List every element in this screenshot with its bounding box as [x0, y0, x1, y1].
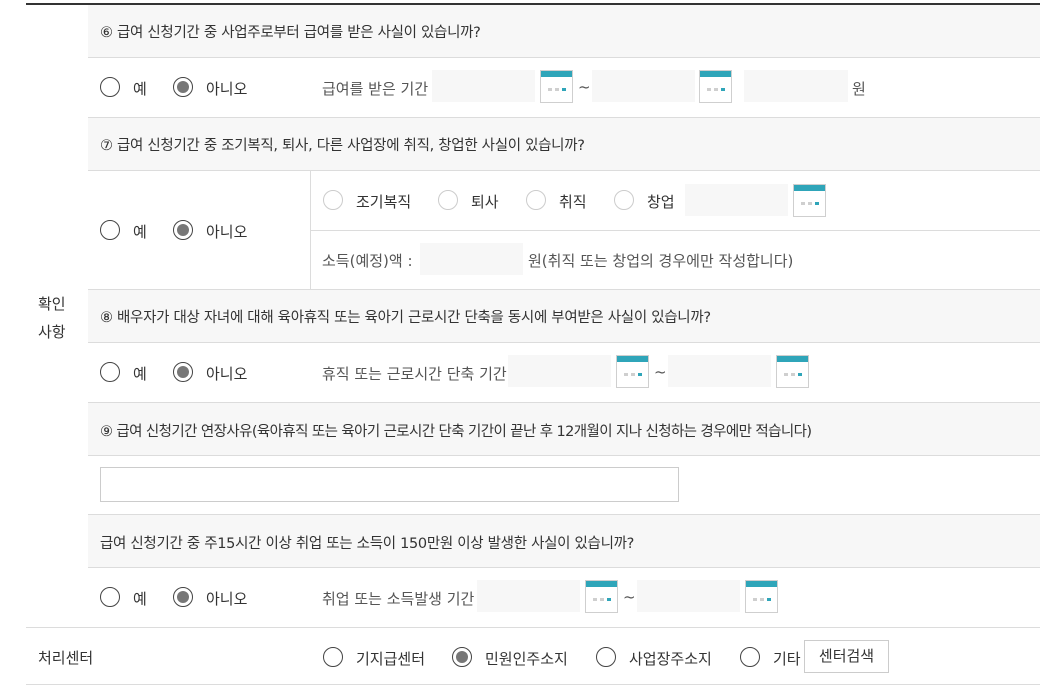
- q7-option-early-return-label: 조기복직: [356, 193, 412, 211]
- center-option-workplace-address-label: 사업장주소지: [629, 650, 712, 668]
- q7-calendar-icon[interactable]: [793, 184, 826, 217]
- q7-title: ⑦ 급여 신청기간 중 조기복직, 퇴사, 다른 사업장에 취직, 창업한 사실…: [100, 138, 585, 154]
- q6-period-label: 급여를 받은 기간: [322, 80, 429, 98]
- q6-end-date-input[interactable]: [592, 70, 695, 102]
- divider: [26, 627, 1040, 628]
- q10-no-radio[interactable]: [173, 587, 193, 607]
- q6-yes-radio[interactable]: [100, 77, 120, 97]
- q7-date-input[interactable]: [685, 184, 788, 216]
- q6-start-calendar-icon[interactable]: [540, 70, 573, 103]
- q8-period-label: 휴직 또는 근로시간 단축 기간: [322, 365, 507, 383]
- q6-no-label: 아니오: [206, 80, 248, 98]
- center-option-workplace-address-radio[interactable]: [596, 647, 616, 667]
- q7-option-startup-label: 창업: [647, 193, 675, 211]
- center-option-other-label: 기타: [773, 650, 801, 668]
- q8-end-calendar-icon[interactable]: [776, 355, 809, 388]
- section-label-line2: 사항: [38, 323, 66, 341]
- divider: [88, 567, 1040, 568]
- q6-tilde: ~: [578, 78, 591, 96]
- q7-option-resign-label: 퇴사: [471, 193, 499, 211]
- q8-no-radio[interactable]: [173, 362, 193, 382]
- q7-option-resign-radio[interactable]: [438, 190, 458, 210]
- divider: [88, 455, 1040, 456]
- q6-amount-input[interactable]: [744, 70, 848, 102]
- q6-unit-label: 원: [852, 80, 866, 98]
- center-option-paid-center-radio[interactable]: [323, 647, 343, 667]
- q9-title: ⑨ 급여 신청기간 연장사유(육아휴직 또는 육아기 근로시간 단축 기간이 끝…: [100, 424, 812, 440]
- q8-tilde: ~: [654, 363, 667, 381]
- center-option-other-radio[interactable]: [740, 647, 760, 667]
- q10-title: 급여 신청기간 중 주15시간 이상 취업 또는 소득이 150만원 이상 발생…: [100, 536, 635, 552]
- q7-income-label: 소득(예정)액 :: [322, 252, 413, 270]
- q10-end-date-input[interactable]: [637, 580, 740, 612]
- center-search-button[interactable]: 센터검색: [804, 640, 889, 673]
- q6-title: ⑥ 급여 신청기간 중 사업주로부터 급여를 받은 사실이 있습니까?: [100, 25, 481, 41]
- bottom-border: [26, 684, 1040, 685]
- q7-option-early-return-radio[interactable]: [323, 190, 343, 210]
- q6-start-date-input[interactable]: [432, 70, 535, 102]
- q10-start-calendar-icon[interactable]: [585, 580, 618, 613]
- section-label: 확인 사항: [38, 290, 66, 346]
- q10-yes-radio[interactable]: [100, 587, 120, 607]
- q7-income-input[interactable]: [420, 243, 523, 275]
- q8-yes-label: 예: [133, 365, 147, 383]
- q10-yes-label: 예: [133, 590, 147, 608]
- section-label-line1: 확인: [38, 295, 66, 313]
- q7-option-employment-radio[interactable]: [526, 190, 546, 210]
- q7-yes-radio[interactable]: [100, 220, 120, 240]
- q8-start-date-input[interactable]: [508, 355, 611, 387]
- center-option-applicant-address-radio[interactable]: [452, 647, 472, 667]
- q7-no-label: 아니오: [206, 223, 248, 241]
- divider: [88, 342, 1040, 343]
- divider: [311, 230, 1040, 231]
- q10-start-date-input[interactable]: [477, 580, 580, 612]
- q8-end-date-input[interactable]: [668, 355, 771, 387]
- q10-tilde: ~: [623, 588, 636, 606]
- center-label: 처리센터: [38, 649, 94, 667]
- q6-no-radio[interactable]: [173, 77, 193, 97]
- center-option-applicant-address-label: 민원인주소지: [485, 650, 568, 668]
- q6-yes-label: 예: [133, 80, 147, 98]
- q8-yes-radio[interactable]: [100, 362, 120, 382]
- q8-start-calendar-icon[interactable]: [616, 355, 649, 388]
- q7-income-note: 원(취직 또는 창업의 경우에만 작성합니다): [528, 252, 794, 270]
- q7-yes-label: 예: [133, 223, 147, 241]
- divider: [88, 57, 1040, 58]
- q10-no-label: 아니오: [206, 590, 248, 608]
- q10-period-label: 취업 또는 소득발생 기간: [322, 590, 475, 608]
- q7-no-radio[interactable]: [173, 220, 193, 240]
- q7-option-employment-label: 취직: [559, 193, 587, 211]
- q8-no-label: 아니오: [206, 365, 248, 383]
- q9-reason-input[interactable]: [100, 467, 679, 502]
- divider: [88, 170, 1040, 171]
- q6-end-calendar-icon[interactable]: [699, 70, 732, 103]
- q10-end-calendar-icon[interactable]: [745, 580, 778, 613]
- q7-option-startup-radio[interactable]: [614, 190, 634, 210]
- center-option-paid-center-label: 기지급센터: [356, 650, 426, 668]
- q8-title: ⑧ 배우자가 대상 자녀에 대해 육아휴직 또는 육아기 근로시간 단축을 동시…: [100, 310, 711, 326]
